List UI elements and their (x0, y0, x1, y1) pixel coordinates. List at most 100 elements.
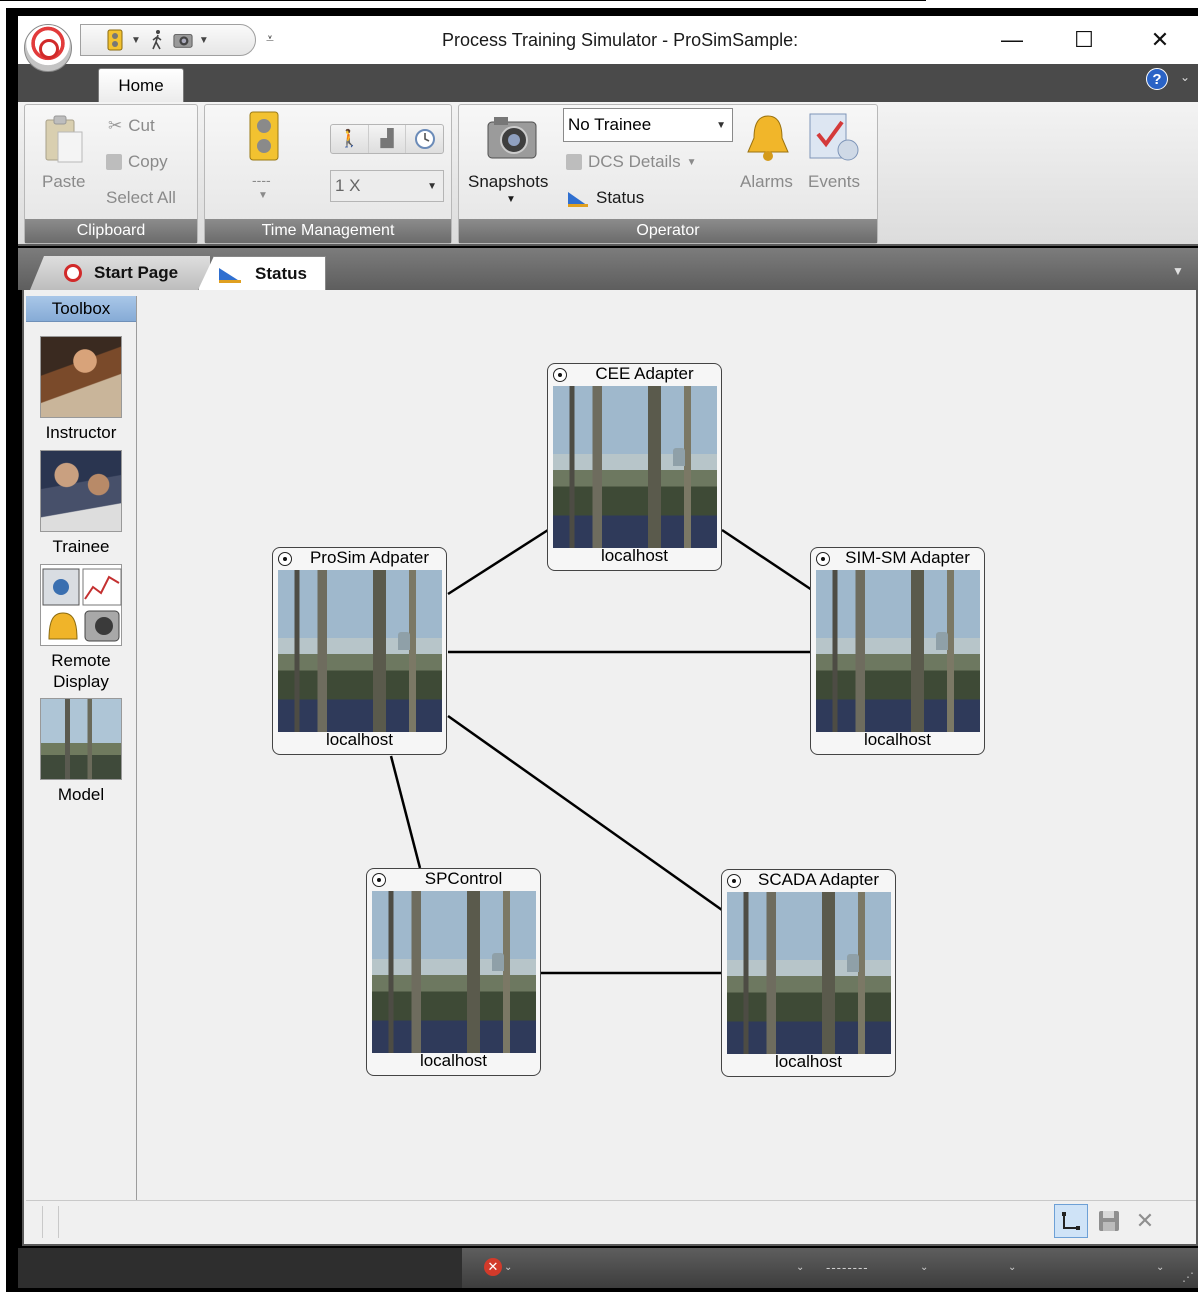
refinery-photo (816, 570, 980, 732)
node-prosim-adapter[interactable]: ProSim Adpater localhost (272, 547, 447, 755)
chevron-down-icon[interactable]: ⌄ (796, 1262, 804, 1273)
copy-icon (106, 154, 122, 170)
chevron-down-icon[interactable]: ⌄ (1008, 1262, 1016, 1273)
divider (58, 1206, 59, 1238)
chevron-down-icon[interactable]: ▼ (131, 35, 141, 46)
dcs-icon (566, 154, 582, 170)
node-status-radio[interactable] (278, 552, 292, 566)
select-all-button[interactable]: Select All (106, 188, 176, 208)
copy-button[interactable]: Copy (106, 152, 168, 172)
close-icon[interactable]: ✕ (1128, 1204, 1162, 1238)
refinery-photo (727, 892, 891, 1054)
node-title: ProSim Adpater (309, 548, 430, 567)
bell-icon[interactable] (740, 112, 796, 164)
node-host: localhost (863, 730, 932, 749)
window-title: Process Training Simulator - ProSimSampl… (442, 30, 799, 50)
help-icon[interactable]: ? (1146, 68, 1168, 90)
node-status-radio[interactable] (727, 874, 741, 888)
events-button[interactable]: Events (808, 172, 860, 192)
diagram-toolbar (26, 1200, 1196, 1244)
chevron-down-icon[interactable]: ▼ (1172, 264, 1184, 278)
refinery-photo (553, 386, 717, 548)
resize-grip-icon[interactable]: ⋰ (1182, 1270, 1194, 1284)
error-icon[interactable]: ✕ (484, 1258, 502, 1276)
node-scada-adapter[interactable]: SCADA Adapter localhost (721, 869, 896, 1077)
refinery-photo (278, 570, 442, 732)
node-sim-sm-adapter[interactable]: SIM-SM Adapter localhost (810, 547, 985, 755)
toolbox-item-model[interactable]: Model (26, 698, 136, 805)
node-host: localhost (325, 730, 394, 749)
step-icon[interactable]: ▟ (369, 125, 407, 153)
node-cee-adapter[interactable]: CEE Adapter localhost (547, 363, 722, 571)
dcs-details-label: DCS Details (588, 152, 681, 171)
toolbox-item-remote-display[interactable]: Remote Display (26, 564, 136, 692)
customize-qat-icon[interactable]: ⩡ (266, 30, 274, 47)
walk-icon[interactable]: 🚶 (331, 125, 369, 153)
toolbox-header: Toolbox (26, 296, 136, 322)
status-icon (219, 267, 241, 283)
chevron-down-icon[interactable]: ⌄ (504, 1262, 512, 1273)
dcs-details-button[interactable]: DCS Details ▼ (566, 152, 697, 172)
chevron-down-icon[interactable]: ▼ (199, 35, 209, 46)
chevron-down-icon: ▼ (716, 119, 726, 131)
trainee-select-value: No Trainee (568, 115, 652, 134)
node-status-radio[interactable] (816, 552, 830, 566)
divider (42, 1206, 43, 1238)
tab-label: Start Page (94, 263, 179, 282)
tab-start-page[interactable]: Start Page (30, 256, 210, 290)
group-label: Time Management (205, 219, 451, 243)
minimize-button[interactable]: — (990, 24, 1034, 56)
toolbox-item-trainee[interactable]: Trainee (26, 450, 136, 557)
close-button[interactable]: ✕ (1138, 24, 1182, 56)
traffic-light-icon[interactable] (105, 29, 125, 51)
node-host: localhost (600, 546, 669, 565)
node-title: SIM-SM Adapter (845, 548, 970, 567)
status-placeholder: -------- (826, 1260, 869, 1275)
tab-label: Status (255, 263, 307, 283)
application-menu-button[interactable] (24, 24, 72, 72)
instructor-photo (40, 336, 122, 418)
camera-icon[interactable] (484, 112, 540, 164)
chevron-down-icon[interactable]: ▼ (258, 190, 268, 201)
top-edge-line (0, 0, 926, 1)
chevron-down-icon[interactable]: ⌄ (920, 1262, 928, 1273)
tool-label: Trainee (52, 537, 110, 556)
tab-status[interactable]: Status (198, 256, 326, 290)
node-title: CEE Adapter (595, 364, 694, 383)
tool-label: Instructor (45, 423, 117, 442)
node-status-radio[interactable] (372, 873, 386, 887)
ribbon-tab-strip (18, 64, 1198, 102)
clock-icon[interactable] (406, 125, 443, 153)
refinery-photo (372, 891, 536, 1053)
alarms-button[interactable]: Alarms (740, 172, 793, 192)
node-status-radio[interactable] (553, 368, 567, 382)
status-icon (568, 192, 588, 207)
connector-tool-icon[interactable] (1054, 1204, 1088, 1238)
group-label: Clipboard (25, 219, 197, 243)
chevron-down-icon[interactable]: ⌄ (1180, 70, 1190, 84)
toolbox-item-instructor[interactable]: Instructor (26, 336, 136, 443)
app-logo-icon (39, 39, 59, 59)
events-icon[interactable] (806, 110, 866, 166)
speed-value: 1 X (335, 176, 361, 195)
traffic-light-icon[interactable] (246, 110, 282, 162)
walking-person-icon[interactable] (147, 29, 167, 51)
trainee-select[interactable]: No Trainee ▼ (563, 108, 733, 142)
chevron-down-icon[interactable]: ▼ (506, 194, 516, 205)
status-button[interactable]: Status (566, 188, 644, 208)
time-buttons: 🚶 ▟ (330, 124, 444, 154)
cut-button[interactable]: ✂ Cut (108, 116, 155, 136)
save-icon[interactable] (1092, 1204, 1126, 1238)
snapshots-button[interactable]: Snapshots (468, 172, 548, 192)
paste-icon (45, 115, 83, 163)
speed-select[interactable]: 1 X ▼ (330, 170, 444, 202)
paste-button[interactable]: Paste (42, 172, 85, 192)
group-label: Operator (459, 219, 877, 243)
copy-label: Copy (128, 152, 168, 171)
tab-home[interactable]: Home (98, 68, 184, 102)
model-photo (40, 698, 122, 780)
maximize-button[interactable]: ☐ (1062, 24, 1106, 56)
camera-icon[interactable] (173, 29, 193, 51)
chevron-down-icon[interactable]: ⌄ (1156, 1262, 1164, 1273)
node-spcontrol[interactable]: SPControl localhost (366, 868, 541, 1076)
